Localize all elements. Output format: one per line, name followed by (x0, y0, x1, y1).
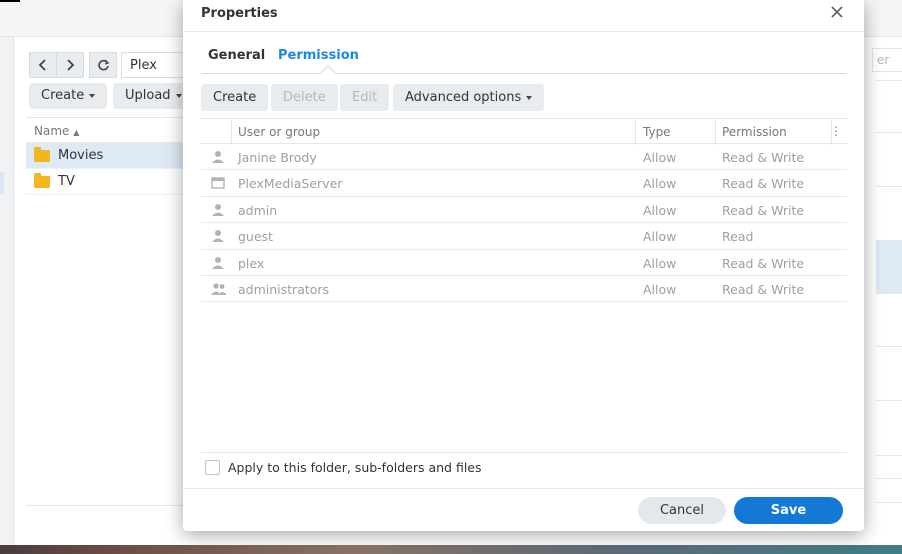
edit-button[interactable]: Edit (340, 84, 390, 111)
divider (183, 31, 864, 32)
row-user: guest (238, 229, 273, 245)
header-type[interactable]: Type (643, 125, 671, 139)
row-permission: Read & Write (722, 176, 805, 192)
column-menu-icon[interactable]: ⋮ (830, 124, 842, 138)
user-icon (212, 151, 224, 163)
properties-dialog: Properties General Permission Create Del… (183, 0, 864, 531)
divider (876, 478, 902, 479)
divider (26, 505, 186, 506)
app-icon (211, 177, 225, 190)
row-type: Allow (643, 255, 677, 271)
close-icon (831, 6, 843, 18)
apply-recursive-checkbox[interactable] (205, 460, 220, 475)
table-row[interactable]: PlexMediaServer Allow Read & Write (201, 170, 847, 197)
folder-icon (34, 146, 50, 162)
table-header: User or group Type Permission ⋮ (201, 118, 847, 145)
forward-button[interactable] (56, 52, 84, 78)
chevron-right-icon (67, 59, 75, 71)
divider (876, 186, 902, 187)
delete-button[interactable]: Delete (271, 84, 338, 111)
row-user: Janine Brody (238, 150, 317, 165)
file-name: Movies (58, 148, 104, 163)
row-type: Allow (643, 229, 677, 245)
active-tab-pointer (320, 64, 336, 80)
header-permission[interactable]: Permission (722, 125, 787, 139)
tab-permission[interactable]: Permission (278, 48, 359, 63)
create-label: Create (41, 88, 85, 103)
header-user-or-group[interactable]: User or group (238, 125, 320, 139)
divider (183, 488, 864, 489)
corner-mark (0, 0, 20, 2)
divider (876, 455, 902, 456)
row-permission: Read & Write (722, 202, 805, 218)
row-user: admin (238, 202, 278, 218)
caret-down-icon (89, 93, 96, 98)
sort-asc-icon: ▲ (73, 128, 80, 137)
caret-down-icon (526, 95, 533, 100)
row-type: Allow (643, 176, 677, 192)
refresh-icon (97, 59, 109, 70)
divider (876, 346, 902, 347)
apply-recursive-label[interactable]: Apply to this folder, sub-folders and fi… (228, 460, 482, 475)
caret-down-icon (175, 93, 182, 98)
dialog-title: Properties (201, 6, 278, 21)
row-permission: Read & Write (722, 150, 805, 165)
row-permission: Read & Write (722, 281, 805, 297)
refresh-button[interactable] (89, 52, 117, 78)
row-type: Allow (643, 281, 677, 297)
chevron-left-icon (38, 59, 46, 71)
divider (201, 452, 847, 453)
create-button[interactable]: Create (201, 84, 269, 111)
advanced-options-label: Advanced options (405, 90, 522, 105)
advanced-options-button[interactable]: Advanced options (393, 84, 545, 111)
name-header-label: Name (34, 124, 70, 138)
upload-menu-button[interactable]: Upload (113, 83, 194, 109)
row-type: Allow (643, 150, 677, 165)
upload-label: Upload (125, 88, 171, 103)
table-row[interactable]: plex Allow Read & Write (201, 250, 847, 276)
row-user: plex (238, 255, 265, 271)
column-separator (715, 119, 716, 145)
divider (876, 400, 902, 401)
search-input[interactable]: er (872, 48, 902, 72)
back-button[interactable] (29, 52, 57, 78)
tab-general[interactable]: General (208, 48, 265, 63)
user-icon (212, 230, 224, 243)
tab-bar: General Permission (201, 46, 847, 80)
column-separator (635, 119, 636, 145)
divider (876, 502, 902, 503)
column-separator (231, 119, 232, 145)
sidebar-edge (0, 37, 14, 545)
divider (876, 80, 902, 81)
row-permission: Read (722, 229, 754, 245)
folder-icon (34, 172, 50, 188)
selected-row (876, 240, 902, 294)
path-input[interactable]: Plex (121, 52, 191, 78)
row-permission: Read & Write (722, 255, 805, 271)
file-row[interactable]: Movies (26, 143, 186, 169)
create-menu-button[interactable]: Create (29, 83, 108, 109)
close-button[interactable] (828, 4, 846, 22)
save-button[interactable]: Save (734, 497, 843, 524)
divider (876, 132, 902, 133)
sidebar-selected-indicator (0, 172, 4, 194)
cancel-button[interactable]: Cancel (638, 497, 726, 524)
row-user: PlexMediaServer (238, 176, 343, 192)
name-column-header[interactable]: Name ▲ (26, 117, 186, 143)
user-icon (212, 203, 224, 216)
file-row[interactable]: TV (26, 169, 186, 195)
group-icon (211, 283, 227, 295)
table-row[interactable]: Janine Brody Allow Read & Write (201, 144, 847, 171)
permission-table: User or group Type Permission ⋮ Janine B… (201, 118, 847, 303)
row-user: administrators (238, 281, 330, 297)
row-type: Allow (643, 202, 677, 218)
table-row[interactable]: admin Allow Read & Write (201, 197, 847, 224)
table-row[interactable]: administrators Allow Read & Write (201, 276, 847, 303)
table-row[interactable]: guest Allow Read (201, 223, 847, 250)
user-icon (212, 256, 224, 269)
file-name: TV (58, 174, 75, 189)
